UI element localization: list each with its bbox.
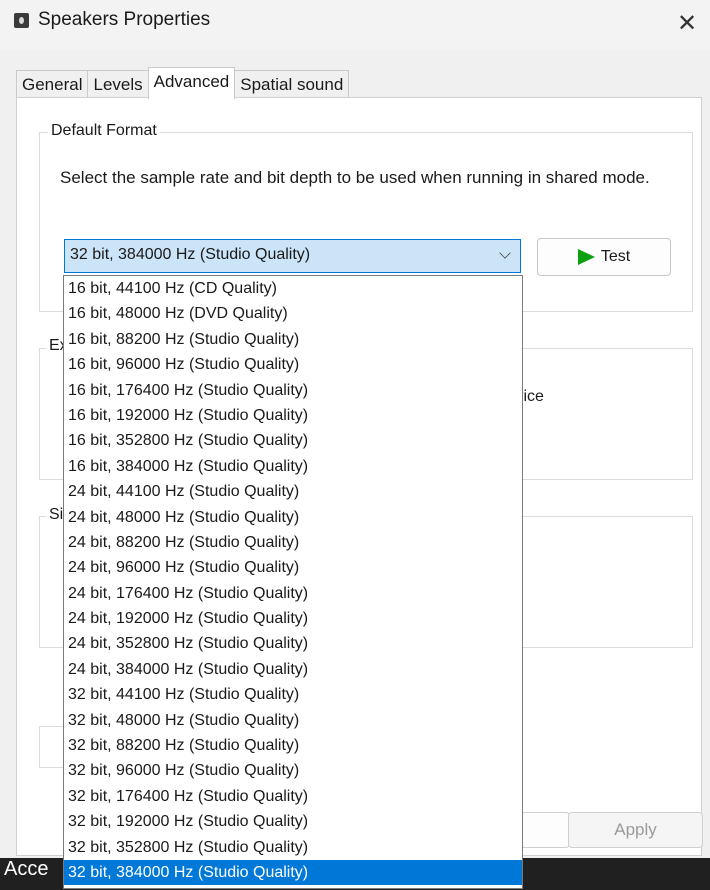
dropdown-option[interactable]: 24 bit, 88200 Hz (Studio Quality)	[64, 530, 522, 555]
dropdown-option[interactable]: 24 bit, 352800 Hz (Studio Quality)	[64, 631, 522, 656]
chevron-down-icon[interactable]	[499, 247, 511, 259]
dropdown-option[interactable]: 24 bit, 44100 Hz (Studio Quality)	[64, 479, 522, 504]
tab-advanced[interactable]: Advanced	[147, 67, 236, 99]
sample-rate-dropdown-list[interactable]: 16 bit, 44100 Hz (CD Quality) 16 bit, 480…	[63, 275, 523, 889]
tab-spatial-sound[interactable]: Spatial sound	[234, 70, 350, 98]
dropdown-option[interactable]: 32 bit, 88200 Hz (Studio Quality)	[64, 733, 522, 758]
tab-strip: General Levels Advanced Spatial sound	[16, 67, 350, 99]
close-button[interactable]: ✕	[664, 0, 710, 46]
taskbar-text: Acce	[4, 858, 49, 880]
dropdown-option[interactable]: 16 bit, 352800 Hz (Studio Quality)	[64, 428, 522, 453]
dropdown-option[interactable]: 24 bit, 96000 Hz (Studio Quality)	[64, 555, 522, 580]
tab-general[interactable]: General	[16, 70, 89, 98]
dropdown-option[interactable]: 32 bit, 44100 Hz (Studio Quality)	[64, 682, 522, 707]
dropdown-option[interactable]: 32 bit, 96000 Hz (Studio Quality)	[64, 758, 522, 783]
dropdown-option[interactable]: 32 bit, 192000 Hz (Studio Quality)	[64, 809, 522, 834]
sample-rate-combobox[interactable]: 32 bit, 384000 Hz (Studio Quality)	[64, 239, 521, 273]
dropdown-option[interactable]: 24 bit, 176400 Hz (Studio Quality)	[64, 581, 522, 606]
dropdown-option[interactable]: 16 bit, 384000 Hz (Studio Quality)	[64, 454, 522, 479]
window-title: Speakers Properties	[38, 9, 211, 30]
dropdown-option[interactable]: 32 bit, 384000 Hz (Studio Quality)	[64, 859, 522, 886]
default-format-label: Default Format	[48, 122, 160, 140]
test-button[interactable]: Test	[537, 238, 671, 276]
dropdown-option[interactable]: 24 bit, 48000 Hz (Studio Quality)	[64, 505, 522, 530]
title-bar[interactable]: Speakers Properties ✕	[0, 0, 710, 50]
dropdown-option[interactable]: 16 bit, 88200 Hz (Studio Quality)	[64, 327, 522, 352]
dropdown-option[interactable]: 16 bit, 44100 Hz (CD Quality)	[64, 276, 522, 301]
dropdown-option[interactable]: 16 bit, 48000 Hz (DVD Quality)	[64, 301, 522, 326]
dropdown-option[interactable]: 32 bit, 48000 Hz (Studio Quality)	[64, 708, 522, 733]
tab-levels[interactable]: Levels	[87, 70, 149, 98]
apply-button[interactable]: Apply	[568, 812, 703, 848]
dropdown-option[interactable]: 24 bit, 192000 Hz (Studio Quality)	[64, 606, 522, 631]
dropdown-option[interactable]: 32 bit, 352800 Hz (Studio Quality)	[64, 835, 522, 860]
play-icon	[577, 249, 595, 265]
test-button-label: Test	[600, 248, 631, 265]
default-format-description: Select the sample rate and bit depth to …	[60, 168, 650, 187]
sample-rate-selected-value: 32 bit, 384000 Hz (Studio Quality)	[70, 246, 311, 263]
speaker-device-icon	[14, 13, 29, 28]
dropdown-option[interactable]: 32 bit, 176400 Hz (Studio Quality)	[64, 784, 522, 809]
dropdown-option[interactable]: 24 bit, 384000 Hz (Studio Quality)	[64, 657, 522, 682]
dropdown-option[interactable]: 16 bit, 192000 Hz (Studio Quality)	[64, 403, 522, 428]
dropdown-option[interactable]: 16 bit, 176400 Hz (Studio Quality)	[64, 378, 522, 403]
dropdown-option[interactable]: 16 bit, 96000 Hz (Studio Quality)	[64, 352, 522, 377]
